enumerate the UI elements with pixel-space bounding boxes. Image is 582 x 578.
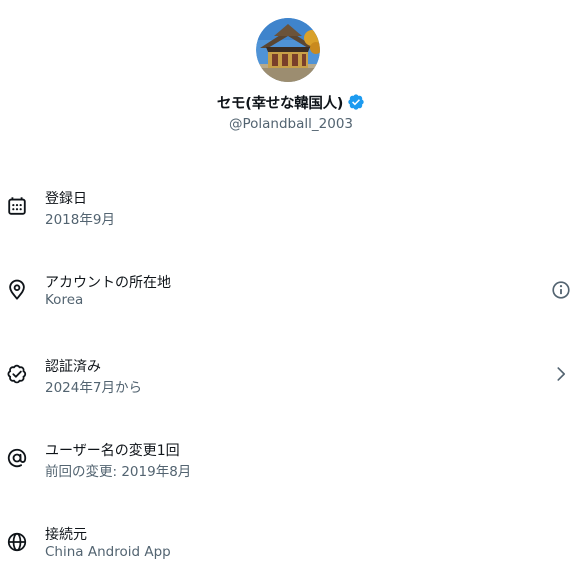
avatar[interactable] <box>256 18 320 82</box>
chevron-right-icon[interactable] <box>550 363 572 385</box>
info-value-location: Korea <box>45 292 84 308</box>
user-handle: @Polandball_2003 <box>228 116 354 132</box>
info-row-verified[interactable]: 認証済み 2024年7月から <box>0 350 582 410</box>
globe-icon <box>7 532 27 552</box>
info-label-verified: 認証済み <box>45 359 101 375</box>
info-label-joined: 登録日 <box>45 191 87 207</box>
calendar-icon <box>8 197 26 215</box>
info-label-username-changes: ユーザー名の変更1回 <box>45 443 180 459</box>
verified-badge-icon[interactable] <box>347 93 365 111</box>
info-value-connected-via: China Android App <box>45 544 171 560</box>
info-icon[interactable] <box>550 279 572 301</box>
at-sign-icon <box>7 448 27 468</box>
info-row-username-changes: ユーザー名の変更1回 前回の変更: 2019年8月 <box>0 434 582 494</box>
info-label-location: アカウントの所在地 <box>45 275 171 291</box>
info-row-connected-via: 接続元 China Android App <box>0 518 582 578</box>
info-value-verified: 2024年7月から <box>45 380 142 396</box>
name-row: セモ(幸せな韓国人) <box>0 91 582 113</box>
location-pin-icon <box>9 279 25 300</box>
verified-check-icon <box>7 364 27 384</box>
info-value-username-changes: 前回の変更: 2019年8月 <box>45 464 192 480</box>
info-row-joined: 登録日 2018年9月 <box>0 182 582 242</box>
profile-header: セモ(幸せな韓国人) @Polandball_2003 <box>0 0 582 150</box>
info-label-connected-via: 接続元 <box>45 527 87 543</box>
display-name: セモ(幸せな韓国人) <box>216 95 344 112</box>
info-value-joined: 2018年9月 <box>45 212 115 228</box>
info-row-location: アカウントの所在地 Korea <box>0 266 582 326</box>
